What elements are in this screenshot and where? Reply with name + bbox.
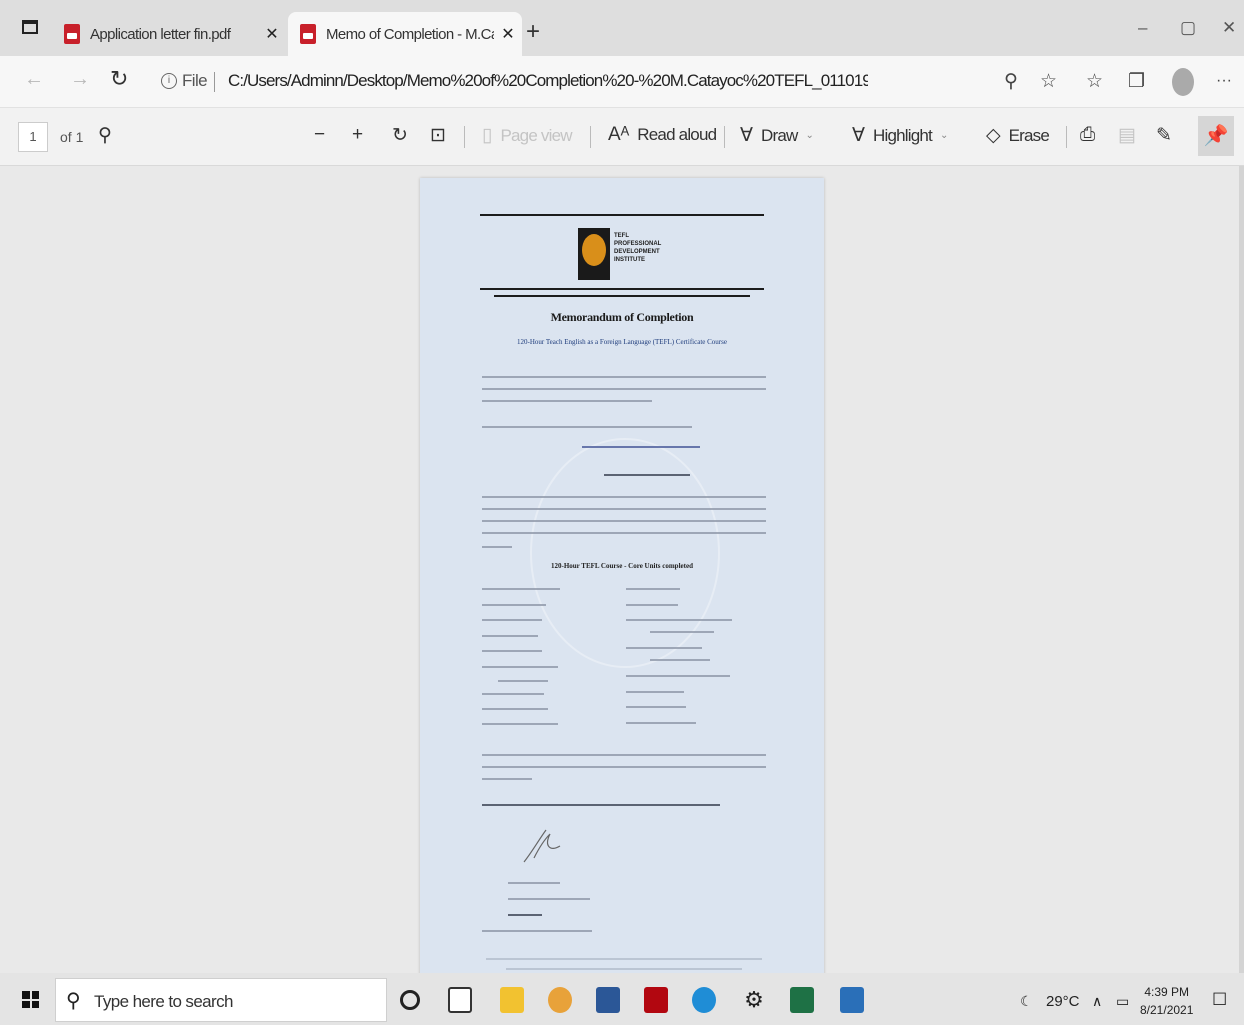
toolbar-separator (1066, 126, 1067, 148)
logo-rule-inner (494, 295, 750, 297)
eraser-icon: ◇ (986, 125, 1001, 146)
scheme-label: File (182, 71, 208, 90)
document-title: Memorandum of Completion (550, 310, 694, 324)
add-favorite-icon[interactable]: ☆ (1040, 70, 1057, 93)
draw-label: Draw (761, 125, 798, 145)
section-heading: 120-Hour TEFL Course - Core Units comple… (551, 562, 693, 570)
weather-icon[interactable]: ☾ (1020, 993, 1033, 1010)
search-placeholder: Type here to search (94, 992, 233, 1011)
word-icon[interactable] (596, 987, 620, 1013)
toolbar-separator (590, 126, 591, 148)
taskbar: ⚲ Type here to search ⚙ ☾ 29°C ∧ ▭ 4:39 … (0, 973, 1244, 1025)
read-aloud-icon: Aᴬ (608, 124, 630, 145)
network-icon[interactable]: ▭ (1116, 993, 1129, 1010)
toolbar-separator (724, 126, 725, 148)
tab-strip: Application letter fin.pdf ✕ Memo of Com… (0, 0, 1244, 56)
more-menu-icon[interactable]: ··· (1216, 72, 1232, 90)
zoom-in-icon[interactable]: + (352, 124, 363, 146)
zoom-out-icon[interactable]: − (314, 124, 325, 146)
find-icon[interactable]: ⚲ (98, 124, 112, 147)
tab-close-icon[interactable]: ✕ (494, 24, 522, 44)
clock-time: 4:39 PM (1144, 985, 1190, 999)
watermark-seal (530, 438, 720, 668)
favorites-icon[interactable]: ☆ (1086, 70, 1103, 93)
read-aloud-label: Read aloud (637, 125, 717, 144)
page-total: of 1 (60, 129, 84, 145)
toolbar-separator (464, 126, 465, 148)
page-view-icon: ▯ (482, 125, 493, 146)
save-icon[interactable]: ▤ (1118, 124, 1136, 147)
erase-button[interactable]: ◇ Erase (986, 124, 1050, 147)
minimize-button[interactable]: – (1138, 18, 1147, 38)
close-window-button[interactable]: ✕ (1222, 18, 1236, 38)
address-separator (214, 72, 215, 92)
excel-icon[interactable] (790, 987, 814, 1013)
settings-gear-icon[interactable]: ⚙ (742, 987, 766, 1013)
tefl-logo-icon (578, 228, 610, 280)
chevron-up-icon[interactable]: ∧ (1092, 993, 1102, 1010)
chevron-down-icon[interactable]: ⌄ (940, 130, 948, 141)
pin-toolbar-icon[interactable]: 📌 (1198, 116, 1234, 156)
pdf-page: TEFL PROFESSIONAL DEVELOPMENT INSTITUTE … (420, 178, 824, 973)
tab-memo-of-completion[interactable]: Memo of Completion - M.Catay ✕ (288, 12, 522, 56)
save-as-icon[interactable]: ✎ (1156, 124, 1172, 147)
collections-icon[interactable]: ❐ (1128, 70, 1145, 93)
taskbar-clock[interactable]: 4:39 PM 8/21/2021 (1140, 983, 1193, 1019)
profile-avatar[interactable] (1172, 68, 1194, 96)
file-explorer-icon[interactable] (500, 987, 524, 1013)
highlight-button[interactable]: ∀ Highlight ⌄ (852, 124, 948, 147)
taskbar-search-box[interactable]: ⚲ Type here to search (55, 978, 387, 1022)
forward-arrow-icon[interactable]: → (70, 68, 90, 91)
search-icon: ⚲ (66, 990, 81, 1012)
back-arrow-icon[interactable]: ← (24, 68, 44, 91)
url-field[interactable]: C:/Users/Adminn/Desktop/Memo%20of%20Comp… (228, 71, 868, 91)
signature (523, 829, 561, 863)
page-view-label: Page view (500, 125, 572, 145)
cortana-icon[interactable] (400, 990, 420, 1010)
netflix-icon[interactable] (644, 987, 668, 1013)
chevron-down-icon[interactable]: ⌄ (805, 130, 813, 141)
fit-page-icon[interactable]: ⊡ (430, 124, 446, 147)
pdf-toolbar: 1 of 1 ⚲ − + ↻ ⊡ ▯ Page view Aᴬ Read alo… (0, 108, 1244, 166)
tab-application-letter[interactable]: Application letter fin.pdf ✕ (52, 12, 286, 56)
tab-title: Application letter fin.pdf (90, 25, 231, 43)
zoom-icon[interactable]: ⚲ (1004, 70, 1018, 93)
photos-icon[interactable] (840, 987, 864, 1013)
windows-start-icon[interactable] (22, 991, 39, 1008)
draw-button[interactable]: ∀ Draw ⌄ (740, 124, 814, 147)
pdf-icon (64, 24, 80, 44)
address-bar: ← → ↻ i File C:/Users/Adminn/Desktop/Mem… (0, 56, 1244, 108)
new-tab-button[interactable]: + (526, 18, 540, 46)
task-view-icon[interactable] (448, 987, 472, 1013)
draw-icon: ∀ (740, 125, 753, 146)
edge-icon[interactable] (692, 987, 716, 1013)
highlight-label: Highlight (873, 125, 933, 145)
print-icon[interactable]: ⎙ (1080, 124, 1095, 146)
page-number-input[interactable]: 1 (18, 122, 48, 152)
info-icon[interactable]: i (161, 73, 177, 89)
clock-date: 8/21/2021 (1140, 1003, 1194, 1017)
read-aloud-button[interactable]: Aᴬ Read aloud (608, 124, 717, 146)
tab-title: Memo of Completion - M.Catay (326, 25, 494, 43)
logo-rule (480, 288, 764, 290)
chrome-icon[interactable] (548, 987, 572, 1013)
notifications-icon[interactable]: ☐ (1212, 990, 1227, 1010)
pdf-icon (300, 24, 316, 44)
tab-close-icon[interactable]: ✕ (258, 24, 286, 44)
vertical-scrollbar[interactable] (1239, 166, 1244, 973)
erase-label: Erase (1008, 125, 1050, 145)
window-menu-icon[interactable] (22, 20, 38, 34)
weather-temperature[interactable]: 29°C (1046, 993, 1080, 1010)
top-rule (480, 214, 764, 216)
restore-button[interactable]: ▢ (1180, 18, 1196, 38)
highlight-icon: ∀ (852, 125, 865, 146)
logo-text: TEFL PROFESSIONAL DEVELOPMENT INSTITUTE (614, 233, 662, 263)
document-subtitle: 120-Hour Teach English as a Foreign Lang… (517, 338, 727, 346)
reload-icon[interactable]: ↻ (110, 66, 128, 92)
page-view-button[interactable]: ▯ Page view (482, 124, 573, 147)
rotate-icon[interactable]: ↻ (392, 124, 408, 147)
document-viewer[interactable]: TEFL PROFESSIONAL DEVELOPMENT INSTITUTE … (0, 166, 1244, 973)
